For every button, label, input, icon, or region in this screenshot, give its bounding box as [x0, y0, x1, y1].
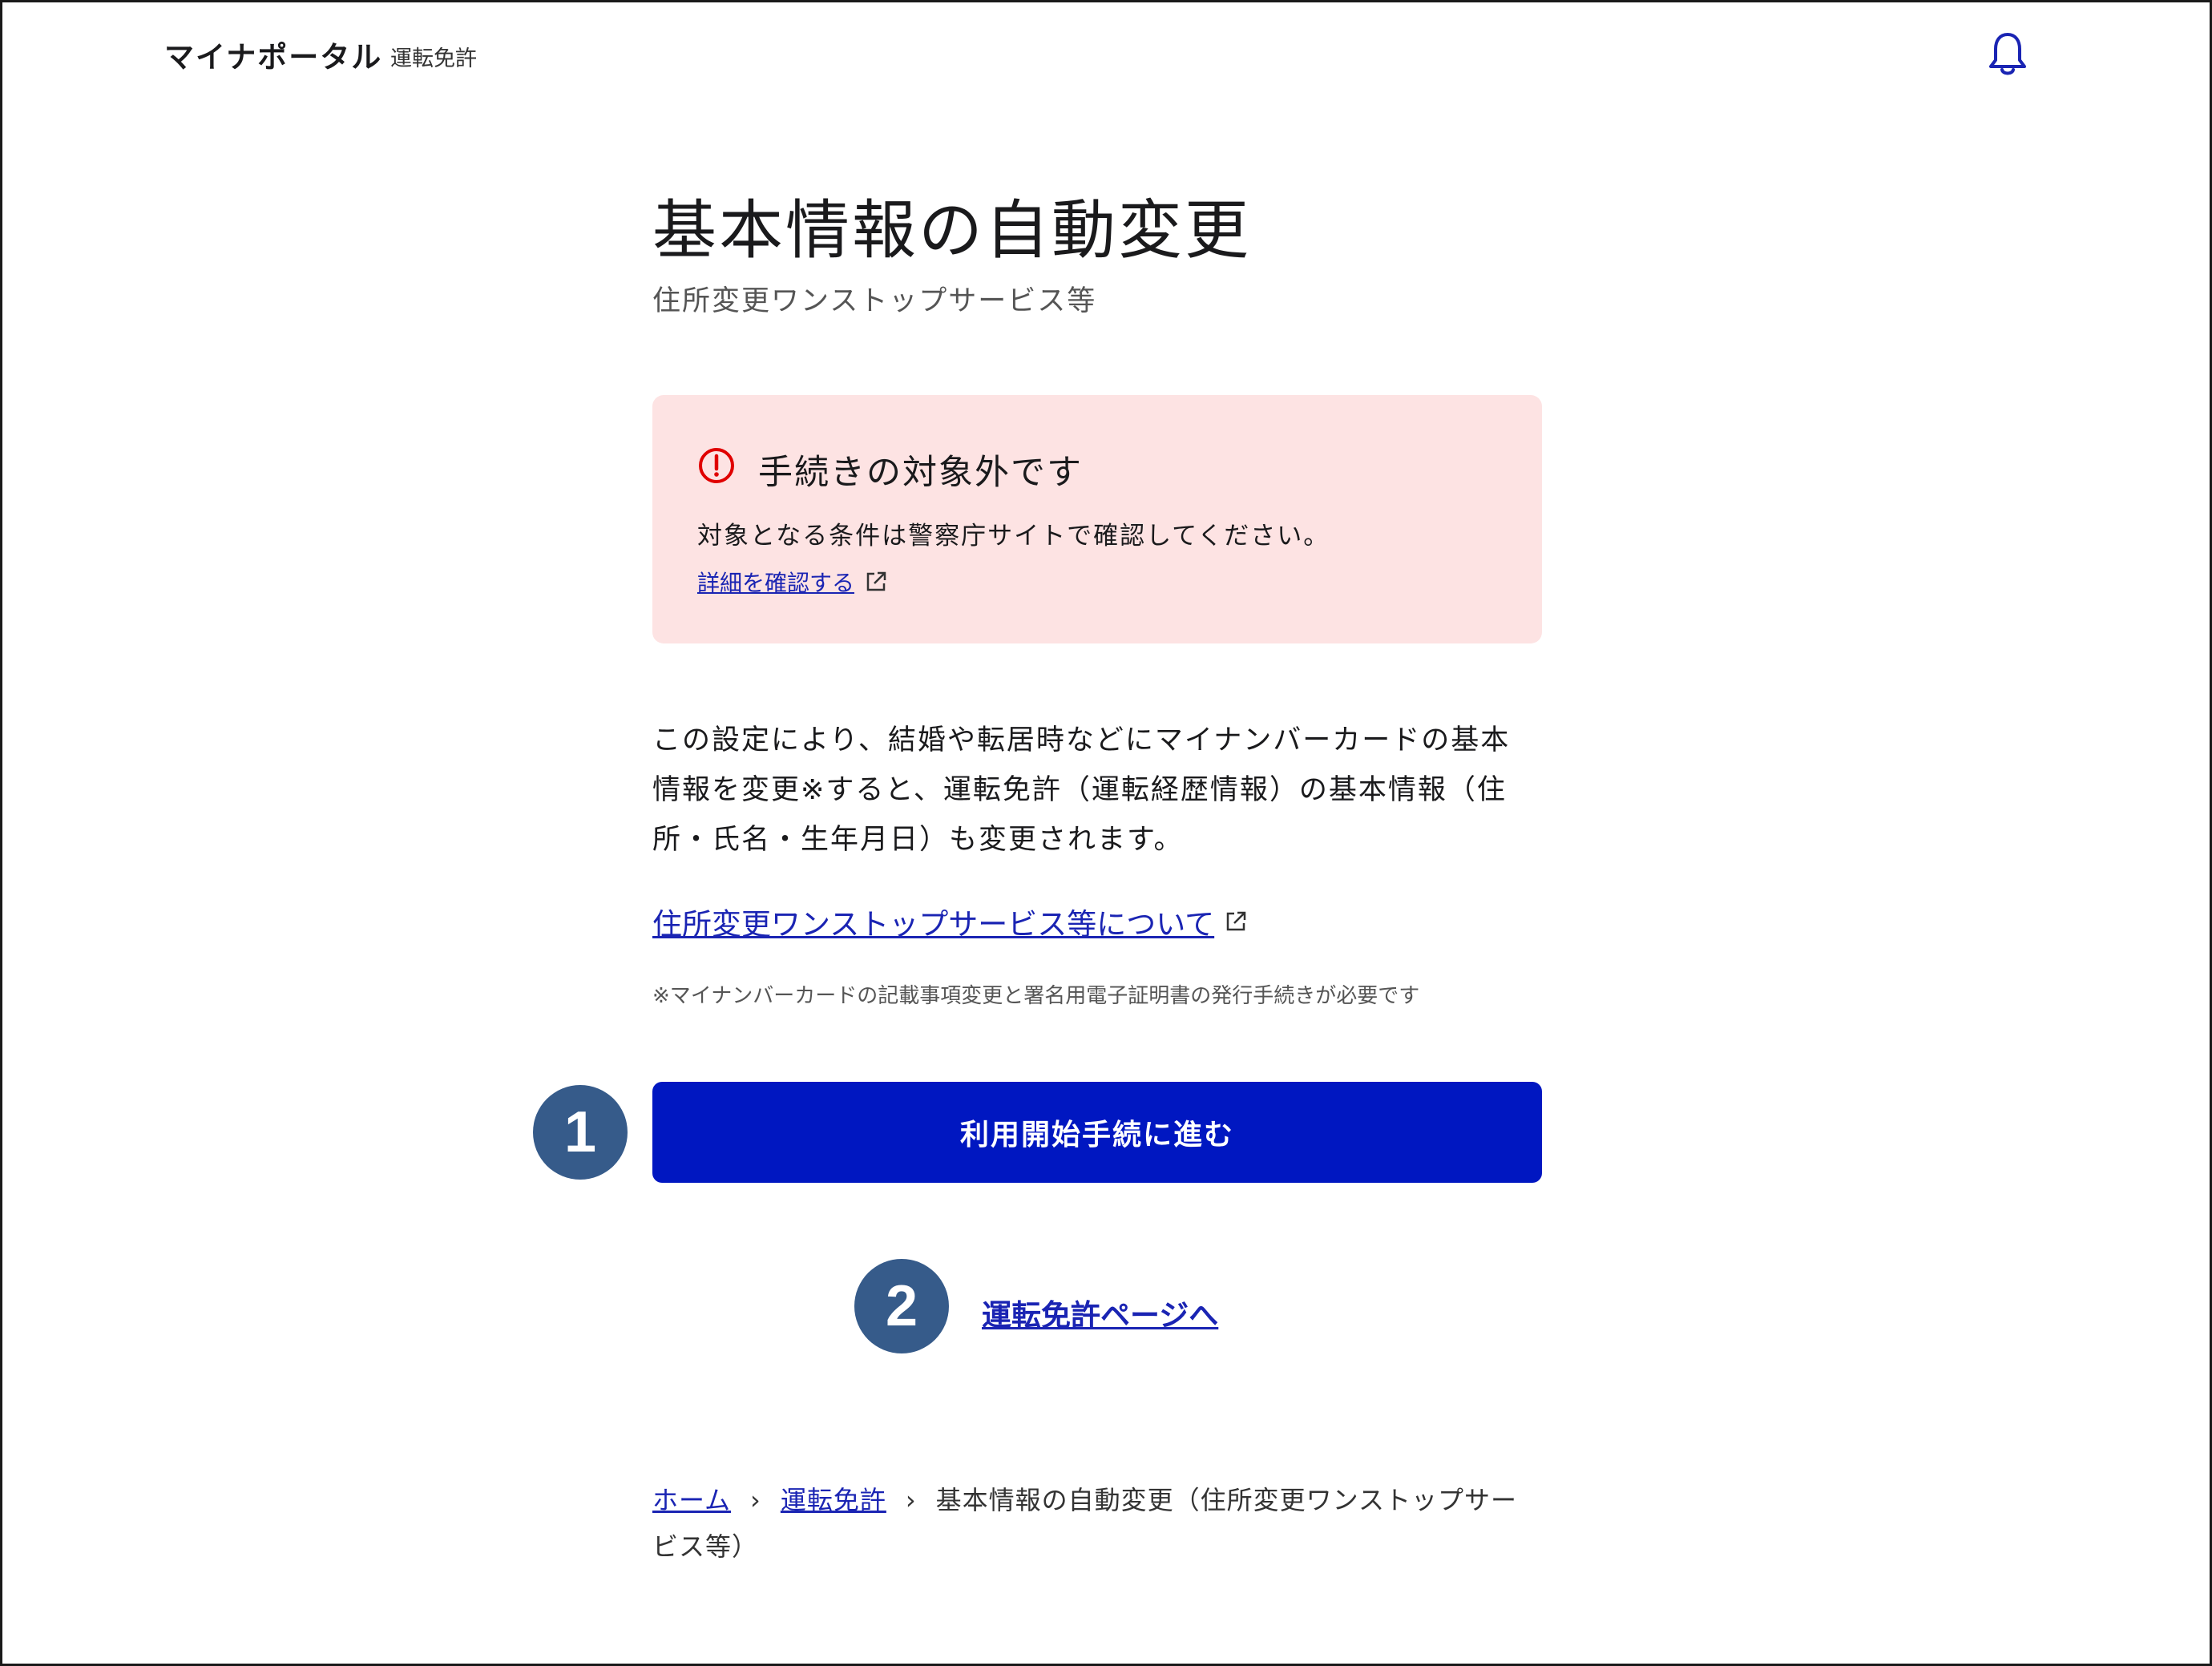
license-page-link[interactable]: 運転免許ページへ	[982, 1291, 1218, 1334]
one-stop-service-link[interactable]: 住所変更ワンストップサービス等について	[652, 900, 1248, 943]
page-subtitle: 住所変更ワンストップサービス等	[652, 285, 1097, 317]
breadcrumb-current-cont: ビス等）	[652, 1531, 759, 1562]
footnote: ※マイナンバーカードの記載事項変更と署名用電子証明書の発行手続きが必要です	[652, 984, 1420, 1008]
breadcrumb-home[interactable]: ホーム	[652, 1485, 731, 1515]
step-badge-1: 1	[533, 1085, 628, 1180]
description-line: 情報を変更※すると、運転免許（運転経歴情報）の基本情報（住	[652, 774, 1507, 806]
breadcrumb: ホーム › 運転免許 › 基本情報の自動変更（住所変更ワンストップサービス等）	[652, 1477, 1542, 1570]
screenshot-frame: マイナポータル 運転免許 基本情報の自動変更 住所変更ワンストップサービス等 手…	[0, 0, 2212, 1666]
ineligible-alert: 手続きの対象外です 対象となる条件は警察庁サイトで確認してください。 詳細を確認…	[652, 395, 1542, 643]
breadcrumb-separator: ›	[750, 1485, 761, 1515]
details-link[interactable]: 詳細を確認する	[697, 566, 888, 598]
description-line: 所・氏名・生年月日）も変更されます。	[652, 824, 1184, 856]
alert-circle-icon	[699, 448, 734, 483]
step-badge-2: 2	[854, 1259, 949, 1353]
external-link-icon	[1226, 911, 1246, 931]
page-title: 基本情報の自動変更	[652, 193, 1251, 268]
alert-body: 対象となる条件は警察庁サイトで確認してください。	[697, 522, 1330, 551]
breadcrumb-separator: ›	[905, 1485, 917, 1515]
bell-icon[interactable]	[1985, 30, 2030, 78]
brand-logo[interactable]: マイナポータル	[164, 33, 382, 76]
description-line: この設定により、結婚や転居時などにマイナンバーカードの基本	[652, 724, 1511, 756]
details-link-label: 詳細を確認する	[697, 570, 855, 596]
one-stop-service-link-label: 住所変更ワンストップサービス等について	[652, 907, 1215, 942]
section-label: 運転免許	[390, 46, 477, 71]
site-header: マイナポータル 運転免許	[2, 2, 2210, 107]
alert-title: 手続きの対象外です	[758, 453, 1083, 493]
start-procedure-button[interactable]: 利用開始手続に進む	[652, 1082, 1542, 1183]
start-procedure-button-label: 利用開始手続に進む	[959, 1119, 1234, 1152]
breadcrumb-current: 基本情報の自動変更（住所変更ワンストップサー	[935, 1485, 1518, 1515]
external-link-icon	[866, 571, 886, 591]
description: この設定により、結婚や転居時などにマイナンバーカードの基本 情報を変更※すると、…	[652, 716, 1542, 865]
breadcrumb-license[interactable]: 運転免許	[781, 1485, 886, 1515]
